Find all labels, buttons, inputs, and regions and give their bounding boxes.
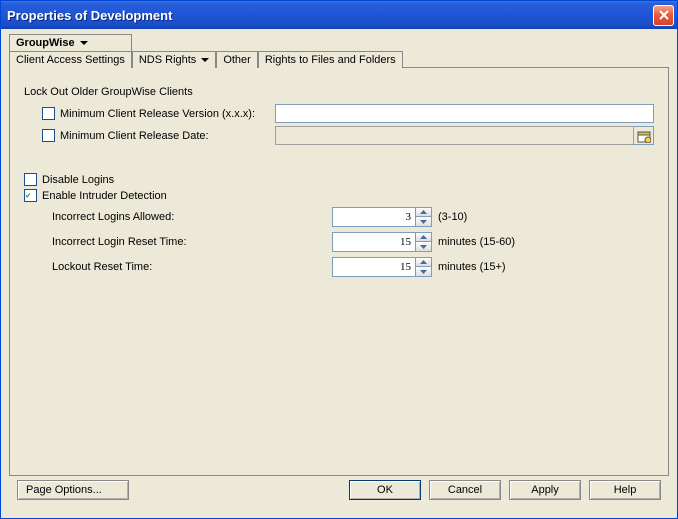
chevron-down-icon (420, 270, 427, 274)
incorrect-allowed-suffix: (3-10) (438, 211, 467, 223)
spin-up-button[interactable] (416, 258, 431, 267)
chevron-down-icon (80, 41, 88, 45)
tab-bar: GroupWise Client Access Settings NDS Rig… (9, 34, 669, 68)
tab-groupwise[interactable]: GroupWise Client Access Settings (9, 34, 132, 68)
cancel-button[interactable]: Cancel (429, 480, 501, 500)
incorrect-reset-label: Incorrect Login Reset Time: (52, 236, 332, 248)
chevron-down-icon (420, 220, 427, 224)
lockout-reset-suffix: minutes (15+) (438, 261, 506, 273)
close-button[interactable] (653, 5, 674, 26)
min-version-input[interactable] (275, 104, 654, 123)
enable-intruder-row: Enable Intruder Detection (24, 189, 654, 202)
lockout-reset-row: Lockout Reset Time: minutes (15+) (52, 257, 654, 277)
incorrect-allowed-input[interactable] (332, 207, 416, 227)
lockout-reset-label: Lockout Reset Time: (52, 261, 332, 273)
tab-label: Rights to Files and Folders (265, 54, 396, 66)
tab-sublabel: Client Access Settings (10, 52, 131, 68)
tab-rights-files[interactable]: Rights to Files and Folders (258, 51, 403, 68)
chevron-down-icon (420, 245, 427, 249)
close-icon (658, 9, 670, 21)
chevron-up-icon (420, 235, 427, 239)
min-date-row: Minimum Client Release Date: (42, 126, 654, 145)
incorrect-reset-suffix: minutes (15-60) (438, 236, 515, 248)
footer: Page Options... OK Cancel Apply Help (9, 476, 669, 510)
content-area: GroupWise Client Access Settings NDS Rig… (1, 29, 677, 518)
disable-logins-checkbox[interactable] (24, 173, 37, 186)
enable-intruder-checkbox[interactable] (24, 189, 37, 202)
enable-intruder-label: Enable Intruder Detection (42, 190, 167, 202)
incorrect-reset-input[interactable] (332, 232, 416, 252)
min-date-checkbox[interactable] (42, 129, 55, 142)
min-version-row: Minimum Client Release Version (x.x.x): (42, 104, 654, 123)
lockout-reset-input[interactable] (332, 257, 416, 277)
page-options-button[interactable]: Page Options... (17, 480, 129, 500)
min-date-input[interactable] (275, 126, 634, 145)
help-button[interactable]: Help (589, 480, 661, 500)
apply-button[interactable]: Apply (509, 480, 581, 500)
window-title: Properties of Development (7, 8, 653, 23)
tab-nds-rights[interactable]: NDS Rights (132, 51, 216, 68)
chevron-down-icon (201, 58, 209, 62)
properties-window: Properties of Development GroupWise Clie… (0, 0, 678, 519)
chevron-up-icon (420, 260, 427, 264)
incorrect-allowed-row: Incorrect Logins Allowed: (3-10) (52, 207, 654, 227)
section-header: Lock Out Older GroupWise Clients (24, 86, 654, 98)
date-picker-button[interactable] (634, 126, 654, 145)
chevron-up-icon (420, 210, 427, 214)
spin-down-button[interactable] (416, 242, 431, 251)
min-version-checkbox[interactable] (42, 107, 55, 120)
min-date-label: Minimum Client Release Date: (60, 130, 209, 142)
ok-button[interactable]: OK (349, 480, 421, 500)
spin-up-button[interactable] (416, 233, 431, 242)
spin-down-button[interactable] (416, 217, 431, 226)
spin-up-button[interactable] (416, 208, 431, 217)
min-version-label: Minimum Client Release Version (x.x.x): (60, 108, 255, 120)
titlebar: Properties of Development (1, 1, 677, 29)
disable-logins-row: Disable Logins (24, 173, 654, 186)
disable-logins-label: Disable Logins (42, 174, 114, 186)
incorrect-reset-row: Incorrect Login Reset Time: minutes (15-… (52, 232, 654, 252)
spin-down-button[interactable] (416, 267, 431, 276)
tab-label: GroupWise (16, 37, 75, 49)
tab-other[interactable]: Other (216, 51, 258, 68)
tab-label: Other (223, 54, 251, 66)
incorrect-allowed-label: Incorrect Logins Allowed: (52, 211, 332, 223)
calendar-icon (637, 129, 651, 143)
panel: Lock Out Older GroupWise Clients Minimum… (9, 67, 669, 476)
tab-label: NDS Rights (139, 54, 196, 66)
